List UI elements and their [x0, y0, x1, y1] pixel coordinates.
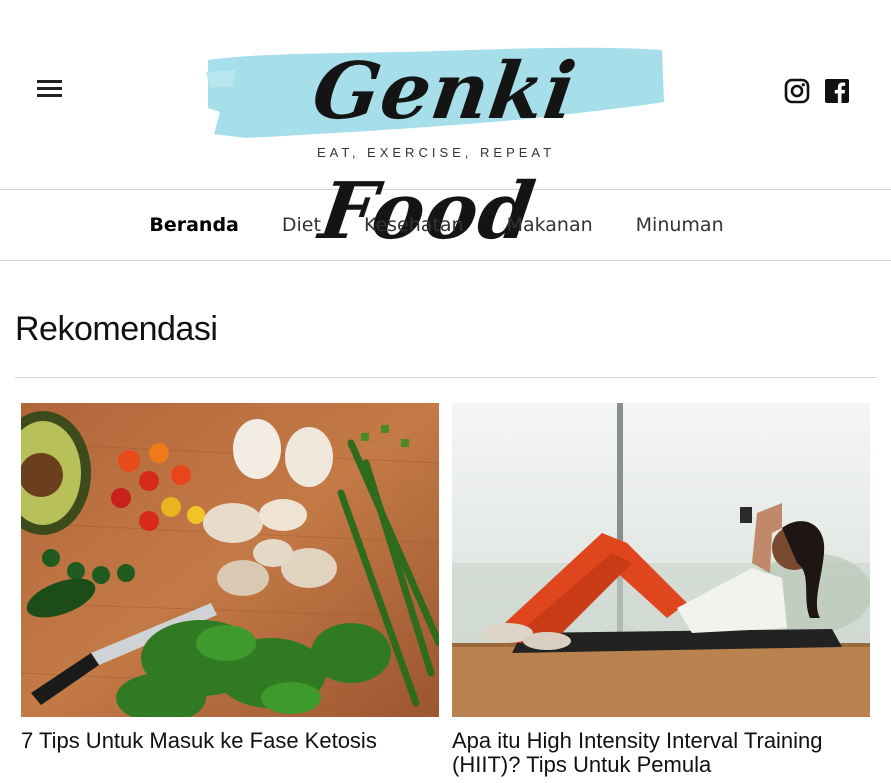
site-header: Genki Food EAT, EXERCISE, REPEAT: [0, 0, 891, 257]
hamburger-menu-icon[interactable]: [37, 80, 63, 104]
instagram-icon[interactable]: [784, 78, 810, 104]
article-card[interactable]: Apa itu High Intensity Interval Training…: [452, 403, 870, 777]
nav-item-beranda[interactable]: Beranda: [149, 214, 239, 236]
section-divider: [15, 377, 877, 378]
main-navigation: Beranda Diet Kesehatan Makanan Minuman: [0, 190, 891, 261]
nav-item-diet[interactable]: Diet: [282, 214, 321, 236]
article-card[interactable]: 7 Tips Untuk Masuk ke Fase Ketosis: [21, 403, 439, 753]
article-image-hiit[interactable]: [452, 403, 870, 717]
article-title[interactable]: Apa itu High Intensity Interval Training…: [452, 729, 870, 777]
facebook-icon[interactable]: [824, 78, 850, 104]
section-title: Rekomendasi: [15, 310, 218, 348]
article-image-ketosis[interactable]: [21, 403, 439, 717]
nav-item-makanan[interactable]: Makanan: [507, 214, 593, 236]
tagline: EAT, EXERCISE, REPEAT: [316, 145, 556, 160]
site-logo[interactable]: Genki Food EAT, EXERCISE, REPEAT: [206, 32, 666, 257]
nav-item-kesehatan[interactable]: Kesehatan: [364, 214, 464, 236]
article-title[interactable]: 7 Tips Untuk Masuk ke Fase Ketosis: [21, 729, 439, 753]
nav-item-minuman[interactable]: Minuman: [636, 214, 724, 236]
